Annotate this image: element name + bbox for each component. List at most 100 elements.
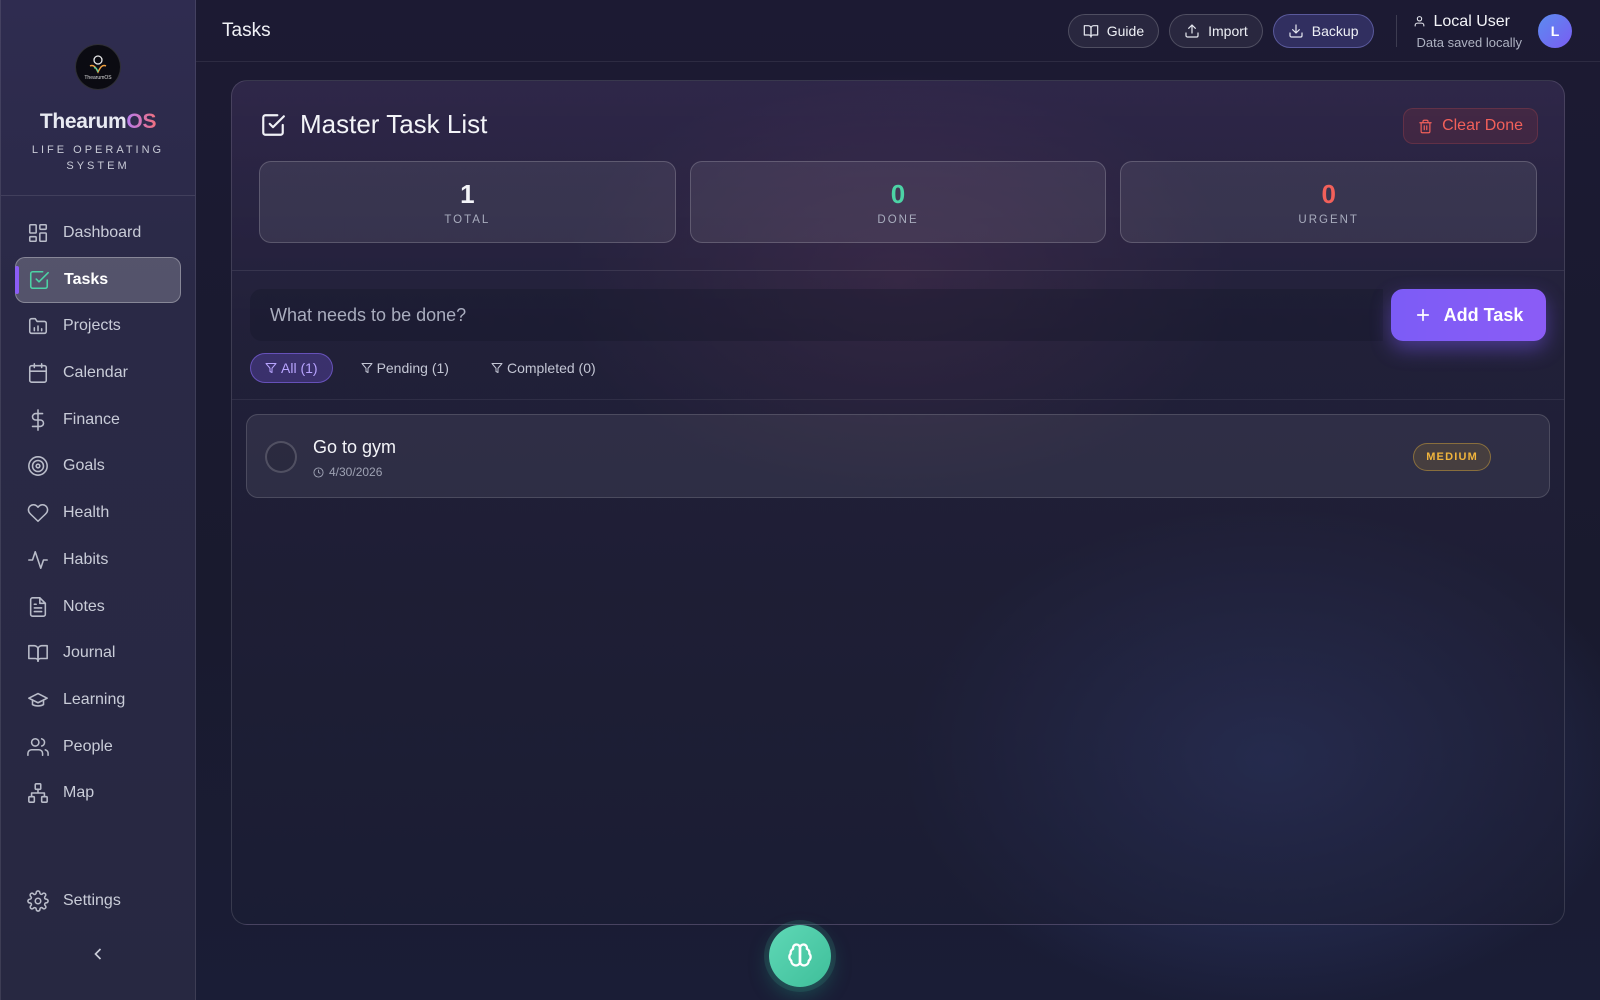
brand-name: ThearumOS <box>1 110 195 134</box>
clock-icon <box>313 466 324 478</box>
sidebar-item-learning[interactable]: Learning <box>15 677 181 723</box>
filter-icon <box>491 363 503 373</box>
card-title: Master Task List <box>260 109 487 140</box>
user-info: Local User Data saved locally <box>1413 13 1523 50</box>
top-header: Tasks Guide Import Backup Local User Dat… <box>196 0 1600 62</box>
brand-name-suffix: OS <box>126 110 157 133</box>
sidebar-item-label: Health <box>63 504 110 522</box>
sidebar-item-goals[interactable]: Goals <box>15 443 181 489</box>
logo-mark-icon <box>89 54 107 74</box>
filter-icon <box>361 363 373 373</box>
brand-subtitle-line1: LIFE OPERATING <box>31 144 165 156</box>
task-checkbox[interactable] <box>265 441 297 473</box>
stat-urgent: 0 URGENT <box>1120 161 1538 243</box>
priority-badge: MEDIUM <box>1413 443 1491 471</box>
task-name: Go to gym <box>313 437 397 457</box>
sidebar-item-habits[interactable]: Habits <box>15 537 181 583</box>
card-header: Master Task List Clear Done 1 TOTAL 0 DO… <box>232 81 1564 271</box>
sidebar-item-finance[interactable]: Finance <box>15 397 181 443</box>
filter-pending[interactable]: Pending (1) <box>347 353 463 383</box>
list-divider <box>232 399 1564 400</box>
filter-all[interactable]: All (1) <box>250 353 333 383</box>
sidebar-item-label: Finance <box>63 410 120 428</box>
sidebar-nav: Dashboard Tasks Projects Calendar Financ… <box>1 196 195 816</box>
task-date-text: 4/30/2026 <box>329 465 383 479</box>
target-icon <box>28 456 48 477</box>
ai-assistant-button[interactable] <box>769 925 831 987</box>
stats-row: 1 TOTAL 0 DONE 0 URGENT <box>259 161 1538 243</box>
stat-urgent-label: URGENT <box>1298 214 1359 226</box>
sidebar-item-label: People <box>63 737 113 755</box>
clear-done-label: Clear Done <box>1442 117 1523 134</box>
sidebar-item-label: Learning <box>63 690 126 708</box>
sidebar-item-settings[interactable]: Settings <box>15 878 181 924</box>
guide-label: Guide <box>1106 23 1145 39</box>
trash-icon <box>1419 119 1432 133</box>
new-task-input[interactable] <box>250 289 1383 341</box>
import-button[interactable]: Import <box>1169 14 1263 48</box>
graduation-cap-icon <box>28 692 48 707</box>
stat-done-value: 0 <box>890 179 906 209</box>
stat-urgent-value: 0 <box>1321 179 1336 209</box>
sidebar-item-journal[interactable]: Journal <box>15 630 181 676</box>
sidebar-item-label: Goals <box>63 457 105 475</box>
filter-pending-label: Pending (1) <box>376 360 449 376</box>
stat-done-label: DONE <box>877 214 919 226</box>
sidebar-item-notes[interactable]: Notes <box>15 584 181 630</box>
backup-label: Backup <box>1311 23 1359 39</box>
clear-done-button[interactable]: Clear Done <box>1403 108 1538 144</box>
sidebar-item-dashboard[interactable]: Dashboard <box>15 210 181 256</box>
users-icon <box>27 737 49 756</box>
download-icon <box>1289 24 1303 38</box>
guide-button[interactable]: Guide <box>1067 14 1160 48</box>
user-name-row: Local User <box>1413 13 1523 31</box>
plus-icon <box>1416 308 1429 322</box>
page-title: Tasks <box>222 19 271 41</box>
brand: ThearumOS ThearumOS LIFE OPERATING SYSTE… <box>1 0 195 196</box>
task-list-card: Master Task List Clear Done 1 TOTAL 0 DO… <box>231 80 1565 925</box>
brand-subtitle-line2: SYSTEM <box>66 160 130 172</box>
book-open-icon <box>1083 25 1099 38</box>
activity-icon <box>28 550 48 569</box>
book-open-icon <box>28 645 48 663</box>
brain-icon <box>788 943 812 967</box>
task-date: 4/30/2026 <box>313 465 382 479</box>
sidebar-item-label: Habits <box>63 550 109 568</box>
sidebar-item-label: Calendar <box>63 364 128 382</box>
sidebar-item-label: Settings <box>63 892 121 909</box>
brand-subtitle: LIFE OPERATING SYSTEM <box>1 142 195 174</box>
network-icon <box>28 783 48 804</box>
header-actions: Guide Import Backup Local User Data save… <box>1067 0 1600 62</box>
backup-button[interactable]: Backup <box>1272 14 1374 48</box>
user-icon <box>1414 16 1424 27</box>
filter-completed[interactable]: Completed (0) <box>477 353 610 383</box>
filter-completed-label: Completed (0) <box>506 360 596 376</box>
dollar-icon <box>31 408 45 431</box>
stat-total-value: 1 <box>460 179 475 209</box>
stat-done: 0 DONE <box>689 161 1107 243</box>
sidebar-item-people[interactable]: People <box>15 724 181 770</box>
task-filters: All (1) Pending (1) Completed (0) <box>250 353 624 383</box>
filter-icon <box>265 363 277 373</box>
sidebar-item-projects[interactable]: Projects <box>15 303 181 349</box>
avatar[interactable]: L <box>1538 14 1572 48</box>
app-logo[interactable]: ThearumOS <box>75 44 121 90</box>
task-item[interactable]: Go to gym 4/30/2026 MEDIUM <box>246 414 1550 498</box>
sidebar-item-map[interactable]: Map <box>15 770 181 816</box>
brand-name-main: Thearum <box>39 110 127 133</box>
sidebar-item-label: Map <box>63 784 95 802</box>
sidebar-item-label: Journal <box>63 644 116 662</box>
collapse-sidebar-button[interactable] <box>1 944 195 969</box>
import-label: Import <box>1208 23 1248 39</box>
upload-icon <box>1185 24 1199 38</box>
sidebar-item-calendar[interactable]: Calendar <box>15 350 181 396</box>
sidebar-item-tasks[interactable]: Tasks <box>15 256 181 303</box>
filter-all-label: All (1) <box>281 360 318 376</box>
check-square-icon <box>262 113 285 136</box>
sidebar-item-health[interactable]: Health <box>15 490 181 536</box>
logo-text: ThearumOS <box>84 74 112 81</box>
add-task-button[interactable]: Add Task <box>1391 289 1546 341</box>
sidebar-item-label: Tasks <box>64 270 109 288</box>
sidebar-item-label: Dashboard <box>63 224 142 241</box>
stat-total-label: TOTAL <box>444 214 491 226</box>
